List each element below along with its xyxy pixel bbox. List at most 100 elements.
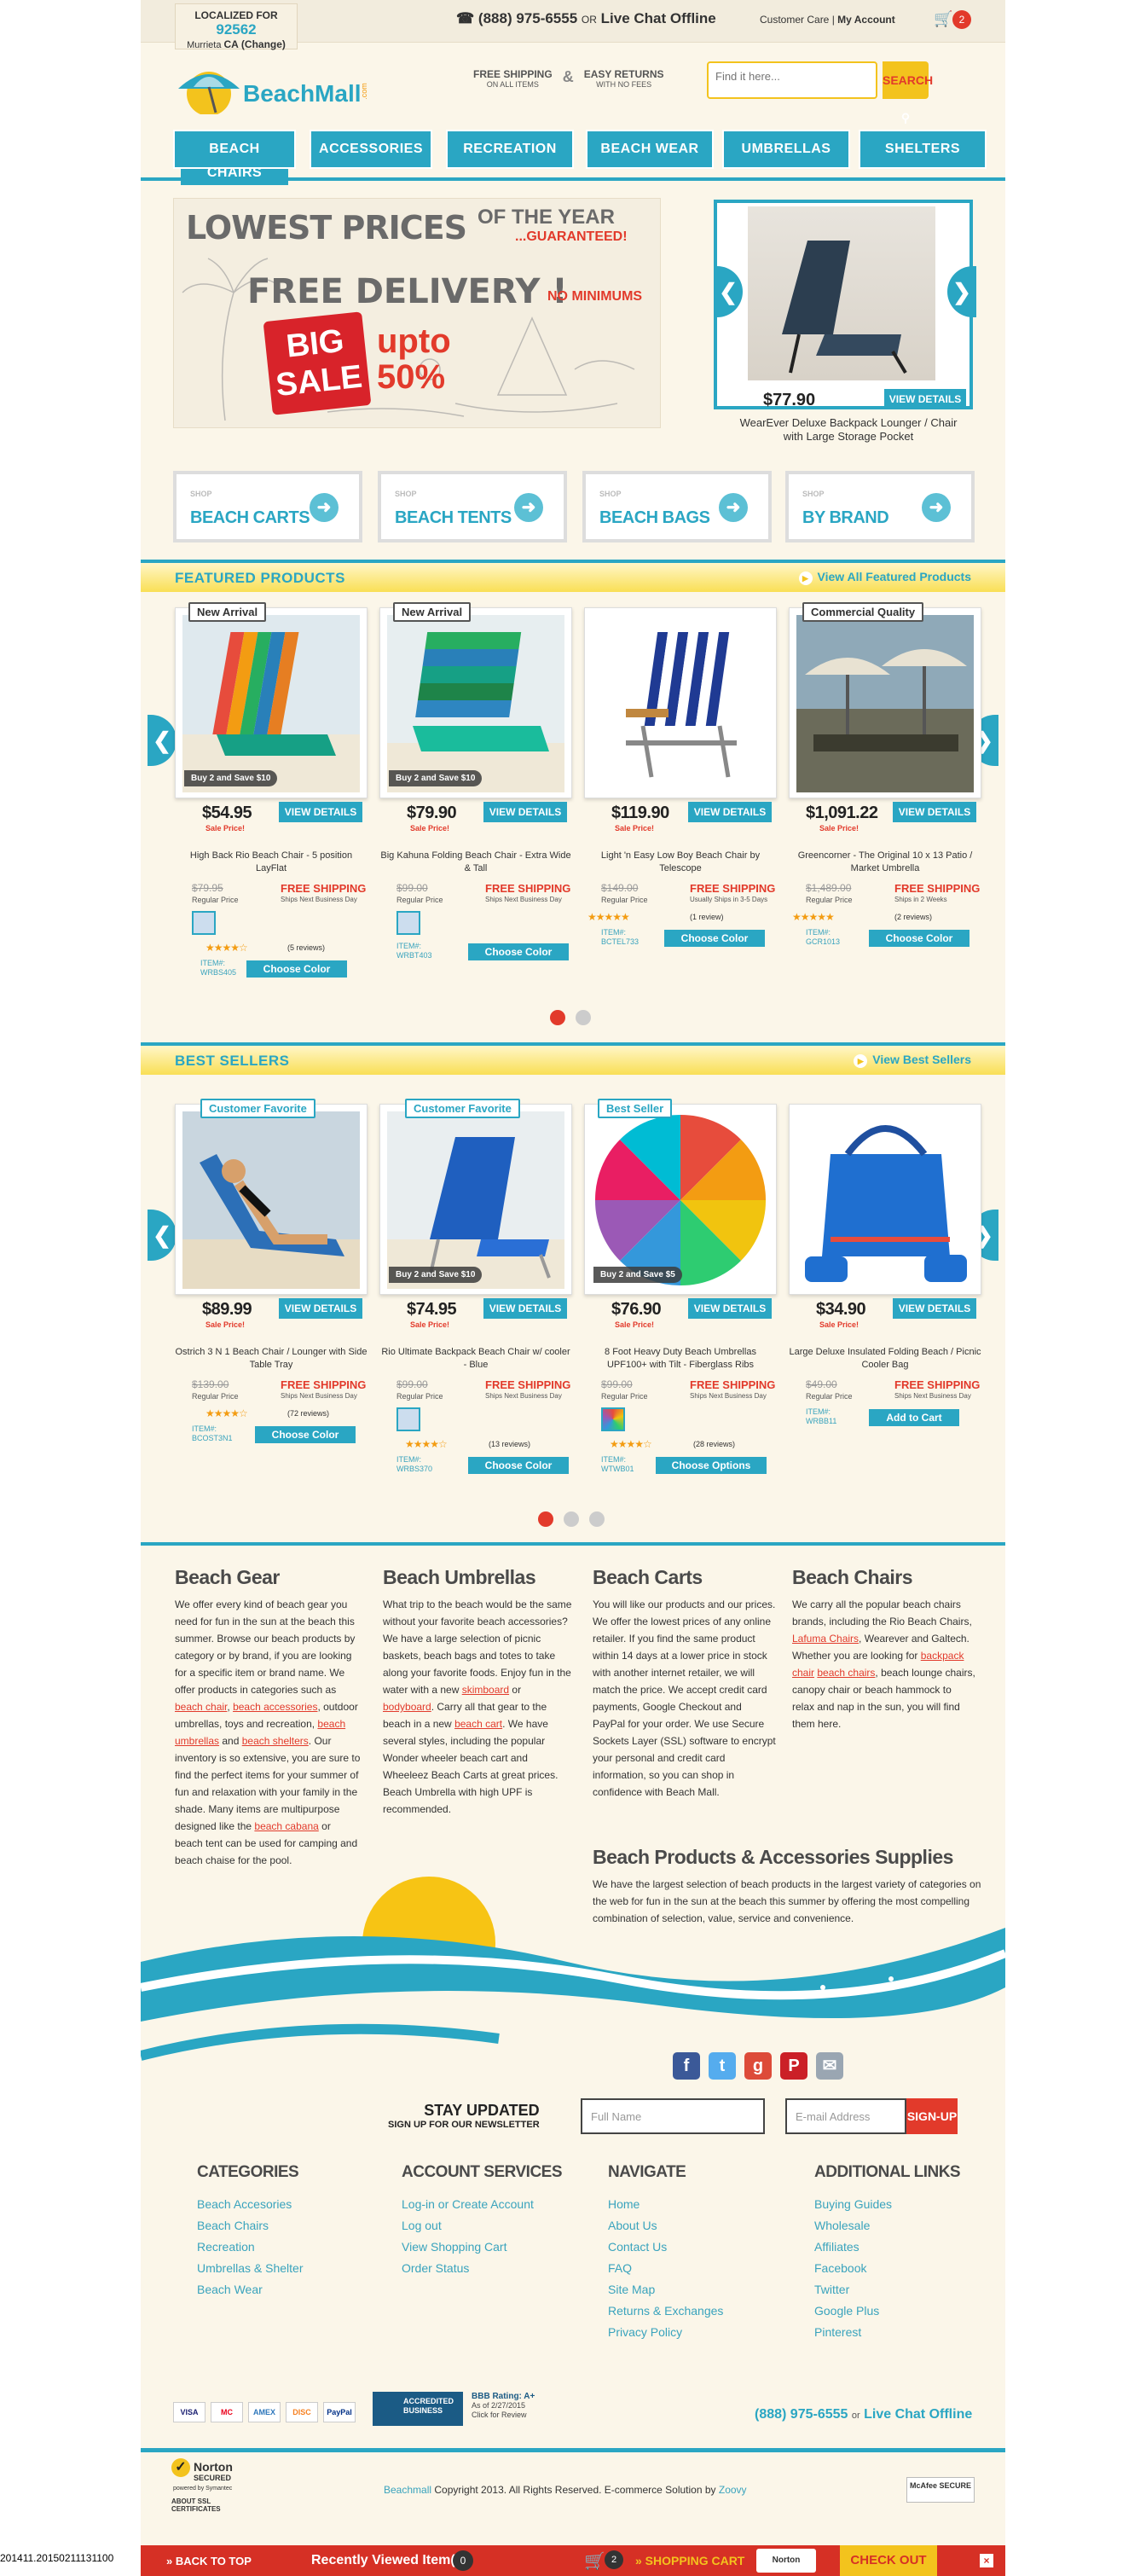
cart-icon[interactable]: 🛒: [584, 2550, 605, 2572]
view-details-button[interactable]: VIEW DETAILS: [893, 1298, 976, 1319]
view-best-sellers-link[interactable]: View Best Sellers: [854, 1053, 971, 1068]
footer-link[interactable]: Umbrellas & Shelter: [197, 2261, 304, 2275]
product-image[interactable]: [789, 607, 981, 798]
beachmall-link[interactable]: Beachmall: [384, 2484, 431, 2496]
mcafee-badge[interactable]: McAfee SECURE: [906, 2477, 975, 2503]
product-name[interactable]: High Back Rio Beach Chair - 5 position L…: [175, 850, 368, 875]
footer-link[interactable]: Affiliates: [814, 2240, 960, 2254]
choose-color-button[interactable]: Choose Color: [255, 1426, 356, 1443]
product-image[interactable]: [789, 1104, 981, 1295]
choose-color-button[interactable]: Choose Color: [468, 1457, 569, 1474]
search-button[interactable]: SEARCH ⚲: [883, 61, 933, 125]
review-count[interactable]: (28 reviews): [693, 1440, 735, 1448]
bodyboard-link[interactable]: bodyboard: [383, 1701, 431, 1713]
lafuma-chairs-link[interactable]: Lafuma Chairs: [792, 1633, 859, 1645]
footer-link[interactable]: Returns & Exchanges: [608, 2304, 723, 2318]
featured-prev-arrow-icon[interactable]: ❮: [148, 715, 177, 766]
view-details-button[interactable]: VIEW DETAILS: [483, 802, 567, 822]
nav-beach-wear[interactable]: BEACH WEAR: [586, 130, 714, 169]
view-details-button[interactable]: VIEW DETAILS: [279, 802, 362, 822]
beach-cart-link[interactable]: beach cart: [454, 1718, 502, 1730]
facebook-icon[interactable]: f: [673, 2052, 700, 2080]
add-to-cart-button[interactable]: Add to Cart: [869, 1409, 959, 1426]
pinterest-icon[interactable]: P: [780, 2052, 807, 2080]
product-image[interactable]: Buy 2 and Save $10: [379, 607, 572, 798]
email-icon[interactable]: ✉: [816, 2052, 843, 2080]
live-chat-link[interactable]: Live Chat Offline: [601, 10, 716, 26]
footer-link[interactable]: Recreation: [197, 2240, 304, 2254]
norton-badge[interactable]: ✓ Norton SECURED powered by Symantec ABO…: [171, 2458, 253, 2513]
swatch-thumb[interactable]: [396, 911, 420, 935]
footer-link[interactable]: Log-in or Create Account: [402, 2197, 562, 2211]
footer-link[interactable]: Beach Chairs: [197, 2219, 304, 2232]
beach-cabana-link[interactable]: beach cabana: [254, 1820, 318, 1832]
nav-shelters[interactable]: SHELTERS: [859, 130, 987, 169]
review-count[interactable]: (5 reviews): [287, 943, 325, 952]
shop-beach-tents[interactable]: SHOP BEACH TENTS ➜: [378, 471, 567, 542]
nav-beach-chairs[interactable]: BEACH CHAIRS: [173, 130, 296, 185]
twitter-icon[interactable]: t: [709, 2052, 736, 2080]
zoovy-link[interactable]: Zoovy: [719, 2484, 747, 2496]
bestsellers-prev-arrow-icon[interactable]: ❮: [148, 1210, 177, 1261]
featured-product-image[interactable]: [748, 206, 935, 380]
swatch-thumb[interactable]: [192, 911, 216, 935]
featured-product-name[interactable]: WearEver Deluxe Backpack Lounger / Chair…: [729, 416, 968, 444]
signup-button[interactable]: SIGN-UP: [906, 2098, 958, 2134]
nav-umbrellas[interactable]: UMBRELLAS: [722, 130, 850, 169]
footer-link[interactable]: About Us: [608, 2219, 723, 2232]
product-image[interactable]: Buy 2 and Save $10: [175, 607, 368, 798]
promo-banner[interactable]: LOWEST PRICES OF THE YEAR ...GUARANTEED!…: [173, 198, 661, 428]
back-to-top-link[interactable]: » BACK TO TOP: [166, 2555, 252, 2567]
choose-color-button[interactable]: Choose Color: [664, 930, 765, 947]
featured-slide[interactable]: $77.90 VIEW DETAILS: [714, 200, 973, 409]
change-location-link[interactable]: (Change): [241, 38, 286, 50]
review-count[interactable]: (72 reviews): [287, 1409, 329, 1418]
nav-accessories[interactable]: ACCESSORIES: [310, 130, 432, 169]
carousel-dot[interactable]: [589, 1511, 605, 1527]
google-plus-icon[interactable]: g: [744, 2052, 772, 2080]
view-details-button[interactable]: VIEW DETAILS: [688, 1298, 772, 1319]
skimboard-link[interactable]: skimboard: [462, 1684, 509, 1696]
view-details-button[interactable]: VIEW DETAILS: [893, 802, 976, 822]
product-image[interactable]: Buy 2 and Save $5: [584, 1104, 777, 1295]
footer-link[interactable]: View Shopping Cart: [402, 2240, 562, 2254]
shop-beach-bags[interactable]: SHOP BEACH BAGS ➜: [582, 471, 772, 542]
shopping-cart-link[interactable]: » SHOPPING CART: [635, 2554, 744, 2567]
product-name[interactable]: Rio Ultimate Backpack Beach Chair w/ coo…: [379, 1346, 572, 1372]
bbb-badge[interactable]: ACCREDITED BUSINESS: [373, 2392, 463, 2426]
choose-color-button[interactable]: Choose Color: [869, 930, 969, 947]
footer-link[interactable]: Google Plus: [814, 2304, 960, 2318]
footer-link[interactable]: Privacy Policy: [608, 2325, 723, 2339]
beach-chair-link[interactable]: beach chair: [175, 1701, 227, 1713]
featured-view-details-button[interactable]: VIEW DETAILS: [884, 389, 966, 409]
beach-accessories-link[interactable]: beach accessories: [233, 1701, 317, 1713]
cart-icon[interactable]: 🛒: [934, 10, 952, 28]
product-name[interactable]: Greencorner - The Original 10 x 13 Patio…: [789, 850, 981, 875]
footer-link[interactable]: Buying Guides: [814, 2197, 960, 2211]
footer-link[interactable]: Contact Us: [608, 2240, 723, 2254]
footer-link[interactable]: Beach Wear: [197, 2283, 304, 2296]
footer-link[interactable]: Site Map: [608, 2283, 723, 2296]
shop-by-brand[interactable]: SHOP BY BRAND ➜: [785, 471, 975, 542]
footer-link[interactable]: Pinterest: [814, 2325, 960, 2339]
carousel-dot-active[interactable]: [550, 1010, 565, 1025]
nav-recreation[interactable]: RECREATION: [446, 130, 574, 169]
review-count[interactable]: (1 review): [690, 913, 724, 921]
newsletter-name-input[interactable]: Full Name: [581, 2098, 765, 2134]
view-details-button[interactable]: VIEW DETAILS: [688, 802, 772, 822]
footer-link[interactable]: FAQ: [608, 2261, 723, 2275]
view-all-featured-link[interactable]: View All Featured Products: [799, 570, 972, 585]
checkout-button[interactable]: CHECK OUT: [840, 2545, 937, 2576]
beach-shelters-link[interactable]: beach shelters: [242, 1735, 309, 1747]
product-name[interactable]: Ostrich 3 N 1 Beach Chair / Lounger with…: [175, 1346, 368, 1372]
newsletter-email-input[interactable]: E-mail Address: [785, 2098, 906, 2134]
view-details-button[interactable]: VIEW DETAILS: [483, 1298, 567, 1319]
my-account-link[interactable]: My Account: [837, 14, 895, 26]
bbb-rating[interactable]: BBB Rating: A+ As of 2/27/2015 Click for…: [472, 2392, 535, 2420]
footer-link[interactable]: Home: [608, 2197, 723, 2211]
footer-live-chat-link[interactable]: Live Chat Offline: [864, 2407, 972, 2422]
location-box[interactable]: LOCALIZED FOR 92562 Murrieta CA (Change): [175, 3, 298, 50]
review-count[interactable]: (13 reviews): [489, 1440, 530, 1448]
customer-care-link[interactable]: Customer Care: [760, 14, 829, 26]
product-name[interactable]: Large Deluxe Insulated Folding Beach / P…: [789, 1346, 981, 1372]
